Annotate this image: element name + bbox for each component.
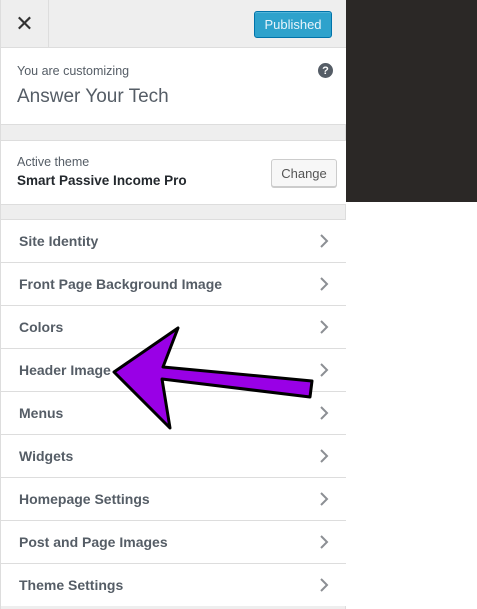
section-label: Site Identity (19, 233, 99, 249)
section-label: Header Image (19, 362, 111, 378)
chevron-right-icon (320, 363, 329, 377)
section-label: Widgets (19, 448, 74, 464)
close-icon[interactable]: ✕ (1, 0, 49, 47)
section-widgets[interactable]: Widgets (1, 434, 346, 477)
section-colors[interactable]: Colors (1, 305, 346, 348)
customizer-header: ✕ Published (1, 0, 346, 48)
publish-button[interactable]: Published (254, 11, 332, 38)
chevron-right-icon (320, 234, 329, 248)
customizing-label: You are customizing (17, 64, 130, 78)
section-menus[interactable]: Menus (1, 391, 346, 434)
change-theme-button[interactable]: Change (271, 159, 337, 187)
active-theme-label: Active theme (17, 155, 90, 169)
chevron-right-icon (320, 578, 329, 592)
chevron-right-icon (320, 449, 329, 463)
section-list: Site Identity Front Page Background Imag… (1, 219, 346, 606)
chevron-right-icon (320, 492, 329, 506)
site-preview-blank (346, 202, 477, 609)
theme-name: Smart Passive Income Pro (17, 173, 187, 188)
help-icon[interactable]: ? (318, 63, 333, 78)
chevron-right-icon (320, 406, 329, 420)
chevron-right-icon (320, 535, 329, 549)
customizer-panel: ✕ Published You are customizing Answer Y… (0, 0, 346, 609)
active-theme-section: Active theme Smart Passive Income Pro Ch… (1, 140, 346, 205)
section-label: Homepage Settings (19, 491, 150, 507)
section-label: Colors (19, 319, 64, 335)
section-label: Front Page Background Image (19, 276, 223, 292)
site-title: Answer Your Tech (17, 86, 169, 107)
chevron-right-icon (320, 320, 329, 334)
section-front-page-background-image[interactable]: Front Page Background Image (1, 262, 346, 305)
section-label: Post and Page Images (19, 534, 168, 550)
section-post-and-page-images[interactable]: Post and Page Images (1, 520, 346, 563)
customize-info: You are customizing Answer Your Tech ? (1, 48, 346, 125)
site-preview-dark (346, 0, 477, 202)
section-site-identity[interactable]: Site Identity (1, 219, 346, 262)
section-homepage-settings[interactable]: Homepage Settings (1, 477, 346, 520)
section-label: Menus (19, 405, 64, 421)
section-header-image[interactable]: Header Image (1, 348, 346, 391)
chevron-right-icon (320, 277, 329, 291)
section-label: Theme Settings (19, 577, 124, 593)
section-theme-settings[interactable]: Theme Settings (1, 563, 346, 606)
